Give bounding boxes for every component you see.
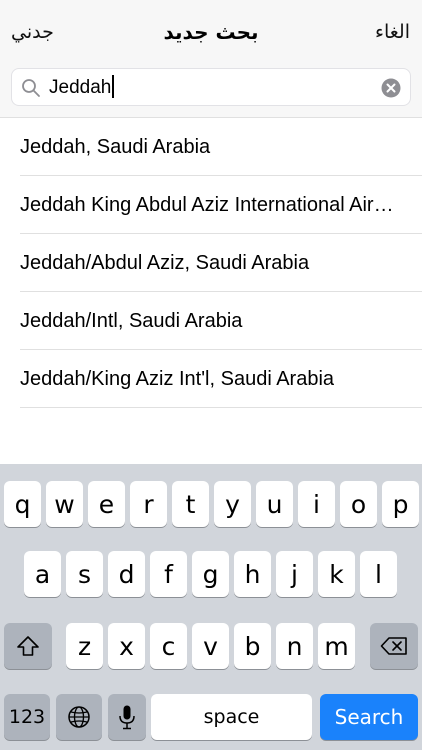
key-r[interactable]: r (130, 481, 167, 527)
key-o[interactable]: o (340, 481, 377, 527)
result-label: Jeddah/King Aziz Int'l, Saudi Arabia (20, 368, 335, 390)
key-i[interactable]: i (298, 481, 335, 527)
microphone-key[interactable] (108, 694, 146, 740)
search-input-text: Jeddah (49, 77, 112, 98)
nav-title-container: بحث جديد (0, 18, 422, 46)
key-c[interactable]: c (150, 623, 187, 669)
key-u[interactable]: u (256, 481, 293, 527)
result-row[interactable]: Jeddah/Abdul Aziz, Saudi Arabia (20, 234, 422, 292)
key-v[interactable]: v (192, 623, 229, 669)
key-n[interactable]: n (276, 623, 313, 669)
key-e[interactable]: e (88, 481, 125, 527)
key-g[interactable]: g (192, 551, 229, 597)
key-l[interactable]: l (360, 551, 397, 597)
key-h[interactable]: h (234, 551, 271, 597)
key-t[interactable]: t (172, 481, 209, 527)
shift-key[interactable] (4, 623, 52, 669)
key-p[interactable]: p (382, 481, 419, 527)
key-y[interactable]: y (214, 481, 251, 527)
numbers-key[interactable]: 123 (4, 694, 50, 740)
globe-key[interactable] (56, 694, 102, 740)
key-m[interactable]: m (318, 623, 355, 669)
key-s[interactable]: s (66, 551, 103, 597)
key-b[interactable]: b (234, 623, 271, 669)
search-field[interactable]: Jeddah (11, 68, 411, 106)
key-q[interactable]: q (4, 481, 41, 527)
key-w[interactable]: w (46, 481, 83, 527)
result-label: Jeddah/Intl, Saudi Arabia (20, 310, 243, 332)
key-d[interactable]: d (108, 551, 145, 597)
search-icon (21, 78, 41, 98)
key-a[interactable]: a (24, 551, 61, 597)
result-label: Jeddah King Abdul Aziz International Air… (20, 194, 404, 216)
page-title: بحث جديد (163, 20, 259, 44)
key-z[interactable]: z (66, 623, 103, 669)
search-input[interactable]: Jeddah (49, 69, 115, 107)
result-row[interactable]: Jeddah/Intl, Saudi Arabia (20, 292, 422, 350)
key-x[interactable]: x (108, 623, 145, 669)
key-j[interactable]: j (276, 551, 313, 597)
clear-icon[interactable] (381, 78, 401, 98)
keyboard: q w e r t y u i o p a s d f g h j k l z … (0, 464, 422, 750)
globe-icon (67, 705, 91, 729)
text-caret (112, 74, 115, 98)
result-row[interactable]: Jeddah/King Aziz Int'l, Saudi Arabia (20, 350, 422, 408)
navigation-bar: بحث جديد جدني الغاء Jeddah (0, 0, 422, 117)
delete-key[interactable] (370, 623, 418, 669)
key-f[interactable]: f (150, 551, 187, 597)
results-list: Jeddah, Saudi Arabia Jeddah King Abdul A… (0, 117, 422, 408)
search-key[interactable]: Search (320, 694, 418, 740)
shift-icon (16, 635, 40, 657)
nav-left-button[interactable]: جدني (11, 18, 54, 46)
result-row[interactable]: Jeddah, Saudi Arabia (20, 118, 422, 176)
result-row[interactable]: Jeddah King Abdul Aziz International Air… (20, 176, 422, 234)
microphone-icon (118, 704, 136, 730)
result-label: Jeddah, Saudi Arabia (20, 136, 211, 158)
space-key[interactable]: space (151, 694, 312, 740)
cancel-button[interactable]: الغاء (375, 18, 410, 46)
result-label: Jeddah/Abdul Aziz, Saudi Arabia (20, 252, 310, 274)
backspace-icon (380, 636, 408, 656)
key-k[interactable]: k (318, 551, 355, 597)
